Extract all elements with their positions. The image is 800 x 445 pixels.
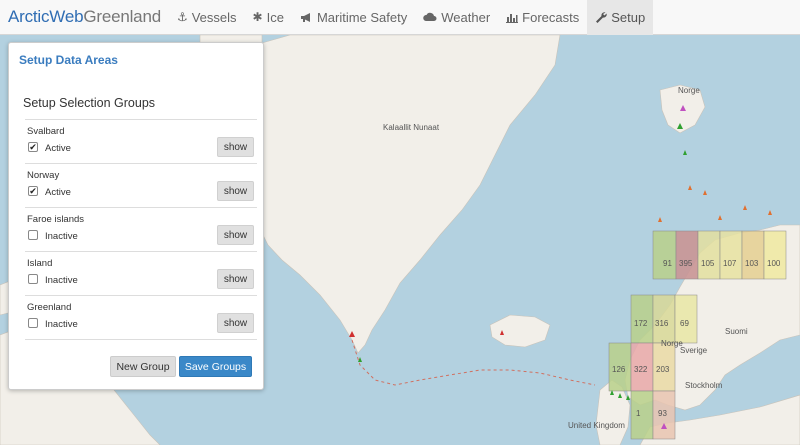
anchor-icon: ⚓	[176, 10, 188, 24]
grid-label: 322	[634, 365, 648, 374]
brand-logo[interactable]: ArcticWebGreenland	[0, 7, 169, 27]
grid-label: 203	[656, 365, 670, 374]
wrench-icon	[595, 11, 607, 23]
group-state: Inactive	[45, 319, 78, 330]
nav-weather-label: Weather	[441, 9, 491, 25]
vessel-route	[351, 339, 596, 386]
active-checkbox[interactable]: ✔	[28, 186, 38, 196]
grid-label: 395	[679, 259, 693, 268]
nav-maritime-safety[interactable]: Maritime Safety	[292, 0, 415, 35]
grid-label: 100	[767, 259, 781, 268]
active-checkbox[interactable]: ✔	[28, 142, 38, 152]
show-button[interactable]: show	[217, 313, 254, 333]
label-stockholm: Stockholm	[685, 381, 723, 390]
active-checkbox[interactable]	[28, 230, 38, 240]
group-faroe-islands: Faroe islands Inactive show	[25, 208, 257, 252]
group-state: Inactive	[45, 275, 78, 286]
group-norway: Norway ✔ Active show	[25, 164, 257, 208]
iceland-land	[489, 314, 551, 348]
nav-ice-label: Ice	[266, 9, 284, 25]
save-groups-button[interactable]: Save Groups	[179, 356, 252, 377]
nav-setup-label: Setup	[611, 9, 646, 25]
group-name: Svalbard	[27, 126, 65, 137]
nav-setup[interactable]: Setup	[587, 0, 654, 35]
grid-label: 93	[658, 409, 667, 418]
grid-label: 316	[655, 319, 669, 328]
label-norge-north: Norge	[678, 86, 700, 95]
panel-title: Setup Data Areas	[19, 53, 118, 67]
nav-ice[interactable]: ✱ Ice	[245, 0, 292, 35]
nav-vessels[interactable]: ⚓ Vessels	[169, 0, 245, 35]
group-state: Active	[45, 187, 71, 198]
group-island: Island Inactive show	[25, 252, 257, 296]
show-button[interactable]: show	[217, 181, 254, 201]
show-button[interactable]: show	[217, 269, 254, 289]
grid-label: 91	[663, 259, 672, 268]
label-greenland: Kalaallit Nunaat	[383, 123, 440, 132]
label-suomi: Suomi	[725, 327, 748, 336]
snowflake-icon: ✱	[252, 10, 263, 24]
greenland-land	[235, 35, 561, 354]
selection-groups: Svalbard ✔ Active show Norway ✔ Active s…	[25, 119, 257, 340]
grid-label: 69	[680, 319, 689, 328]
show-button[interactable]: show	[217, 225, 254, 245]
grid-label: 107	[723, 259, 737, 268]
brand-part2: Greenland	[83, 7, 161, 26]
grid-label: 172	[634, 319, 648, 328]
top-navbar: ArcticWebGreenland ⚓ Vessels ✱ Ice Marit…	[0, 0, 800, 35]
brand-part1: ArcticWeb	[8, 7, 84, 26]
nav-vessels-label: Vessels	[191, 9, 237, 25]
group-greenland: Greenland Inactive show	[25, 296, 257, 340]
grid-label: 1	[636, 409, 641, 418]
grid-label: 126	[612, 365, 626, 374]
setup-panel: Setup Data Areas Setup Selection Groups …	[8, 42, 264, 390]
group-name: Island	[27, 258, 53, 269]
active-checkbox[interactable]	[28, 318, 38, 328]
bar-chart-icon	[506, 12, 519, 23]
group-name: Greenland	[27, 302, 72, 313]
group-state: Active	[45, 143, 71, 154]
nav-forecasts[interactable]: Forecasts	[498, 0, 587, 35]
nav-maritime-safety-label: Maritime Safety	[316, 9, 408, 25]
grid-label: 105	[701, 259, 715, 268]
nav-forecasts-label: Forecasts	[522, 9, 580, 25]
panel-subtitle: Setup Selection Groups	[23, 96, 156, 110]
show-button[interactable]: show	[217, 137, 254, 157]
grid-label: 103	[745, 259, 759, 268]
active-checkbox[interactable]	[28, 274, 38, 284]
label-sverige: Sverige	[680, 346, 708, 355]
label-uk: United Kingdom	[568, 421, 625, 430]
group-name: Faroe islands	[27, 214, 85, 225]
bullhorn-icon	[300, 12, 313, 23]
group-state: Inactive	[45, 231, 78, 242]
group-name: Norway	[27, 170, 60, 181]
group-svalbard: Svalbard ✔ Active show	[25, 120, 257, 164]
nav-weather[interactable]: Weather	[415, 0, 498, 35]
cloud-icon	[423, 12, 437, 22]
new-group-button[interactable]: New Group	[110, 356, 176, 377]
